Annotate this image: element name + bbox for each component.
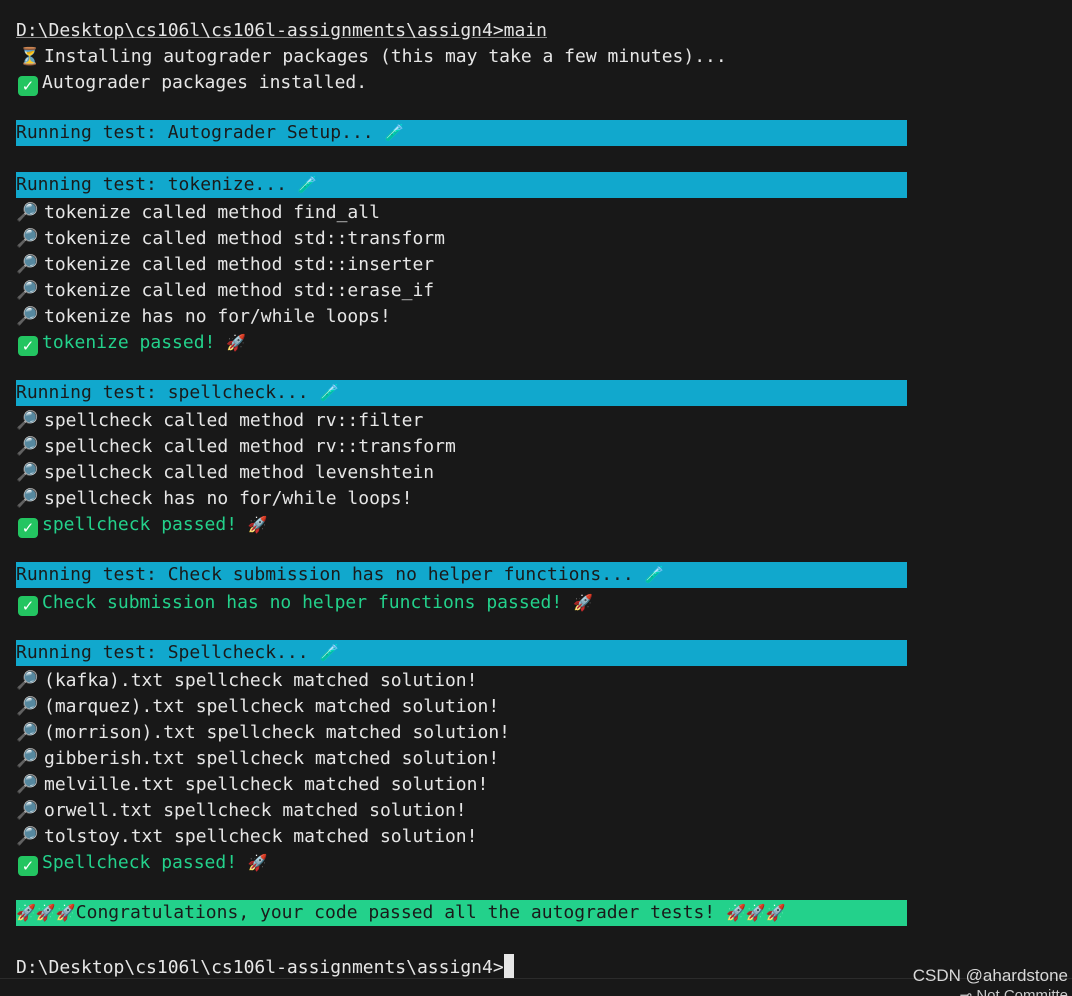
- rocket-icon: 🚀: [247, 853, 268, 872]
- git-commit-icon: ⊸: [959, 987, 977, 996]
- list-item: 🔎 (morrison).txt spellcheck matched solut…: [16, 720, 510, 746]
- magnifier-icon: 🔎: [16, 748, 39, 769]
- check-icon: ✓: [18, 518, 38, 538]
- command-prompt: D:\Desktop\cs106l\cs106l-assignments\ass…: [16, 20, 548, 41]
- test-tube-icon: 🧪: [384, 123, 405, 142]
- git-status-text[interactable]: ⊸ Not Committe: [960, 986, 1068, 996]
- congrats-banner: 🚀🚀🚀Congratulations, your code passed all…: [16, 900, 907, 926]
- list-item: 🔎 tokenize called method std::erase_if: [16, 278, 434, 304]
- terminal-window[interactable]: D:\Desktop\cs106l\cs106l-assignments\ass…: [0, 0, 1072, 996]
- magnifier-icon: 🔎: [16, 488, 39, 509]
- hourglass-icon: ⏳: [19, 47, 41, 67]
- setup-test-banner: Running test: Autograder Setup... 🧪: [16, 120, 907, 146]
- list-item: 🔎 spellcheck called method levenshtein: [16, 460, 434, 486]
- spellcheck-test-banner: Running test: spellcheck... 🧪: [16, 380, 907, 406]
- rocket-icon: 🚀🚀🚀: [725, 903, 786, 922]
- spellcheck2-passed-line: ✓ Spellcheck passed! 🚀: [16, 850, 268, 876]
- list-item: 🔎 (kafka).txt spellcheck matched solution…: [16, 668, 477, 694]
- list-item: 🔎 (marquez).txt spellcheck matched soluti…: [16, 694, 499, 720]
- magnifier-icon: 🔎: [16, 696, 39, 717]
- spellcheck-passed-line: ✓ spellcheck passed! 🚀: [16, 512, 268, 538]
- test-tube-icon: 🧪: [319, 383, 340, 402]
- list-item: 🔎 spellcheck called method rv::transform: [16, 434, 456, 460]
- magnifier-icon: 🔎: [16, 722, 39, 743]
- tokenize-test-banner: Running test: tokenize... 🧪: [16, 172, 907, 198]
- list-item: 🔎 tolstoy.txt spellcheck matched solution…: [16, 824, 477, 850]
- installed-line: ✓ Autograder packages installed.: [16, 70, 367, 96]
- rocket-icon: 🚀: [226, 333, 247, 352]
- text-cursor: [503, 954, 514, 978]
- list-item: 🔎 orwell.txt spellcheck matched solution!: [16, 798, 467, 824]
- magnifier-icon: 🔎: [16, 774, 39, 795]
- test-tube-icon: 🧪: [319, 643, 340, 662]
- rocket-icon: 🚀: [247, 515, 268, 534]
- list-item: 🔎 spellcheck called method rv::filter: [16, 408, 423, 434]
- status-bar: [0, 978, 1072, 996]
- list-item: 🔎 tokenize has no for/while loops!: [16, 304, 391, 330]
- helper-test-banner: Running test: Check submission has no he…: [16, 562, 907, 588]
- list-item: 🔎 spellcheck has no for/while loops!: [16, 486, 412, 512]
- test-tube-icon: 🧪: [644, 565, 665, 584]
- list-item: 🔎 tokenize called method find_all: [16, 200, 380, 226]
- installing-line: ⏳ Installing autograder packages (this ma…: [16, 44, 726, 70]
- list-item: 🔎 melville.txt spellcheck matched solutio…: [16, 772, 488, 798]
- list-item: 🔎 tokenize called method std::transform: [16, 226, 445, 252]
- magnifier-icon: 🔎: [16, 826, 39, 847]
- magnifier-icon: 🔎: [16, 800, 39, 821]
- spellcheck2-test-banner: Running test: Spellcheck... 🧪: [16, 640, 907, 666]
- rocket-icon: 🚀🚀🚀: [16, 903, 76, 922]
- list-item: 🔎 gibberish.txt spellcheck matched soluti…: [16, 746, 499, 772]
- magnifier-icon: 🔎: [16, 462, 39, 483]
- tokenize-passed-line: ✓ tokenize passed! 🚀: [16, 330, 246, 356]
- magnifier-icon: 🔎: [16, 228, 39, 249]
- magnifier-icon: 🔎: [16, 410, 39, 431]
- command-prompt-current[interactable]: D:\Desktop\cs106l\cs106l-assignments\ass…: [16, 954, 514, 980]
- check-icon: ✓: [18, 76, 38, 96]
- helper-passed-line: ✓ Check submission has no helper function…: [16, 590, 593, 616]
- rocket-icon: 🚀: [573, 593, 593, 612]
- check-icon: ✓: [18, 596, 38, 616]
- magnifier-icon: 🔎: [16, 254, 39, 275]
- magnifier-icon: 🔎: [16, 202, 39, 223]
- test-tube-icon: 🧪: [297, 175, 318, 194]
- magnifier-icon: 🔎: [16, 280, 39, 301]
- magnifier-icon: 🔎: [16, 306, 39, 327]
- list-item: 🔎 tokenize called method std::inserter: [16, 252, 434, 278]
- watermark: CSDN @ahardstone: [912, 966, 1068, 985]
- check-icon: ✓: [18, 856, 38, 876]
- magnifier-icon: 🔎: [16, 436, 39, 457]
- check-icon: ✓: [18, 336, 38, 356]
- magnifier-icon: 🔎: [16, 670, 39, 691]
